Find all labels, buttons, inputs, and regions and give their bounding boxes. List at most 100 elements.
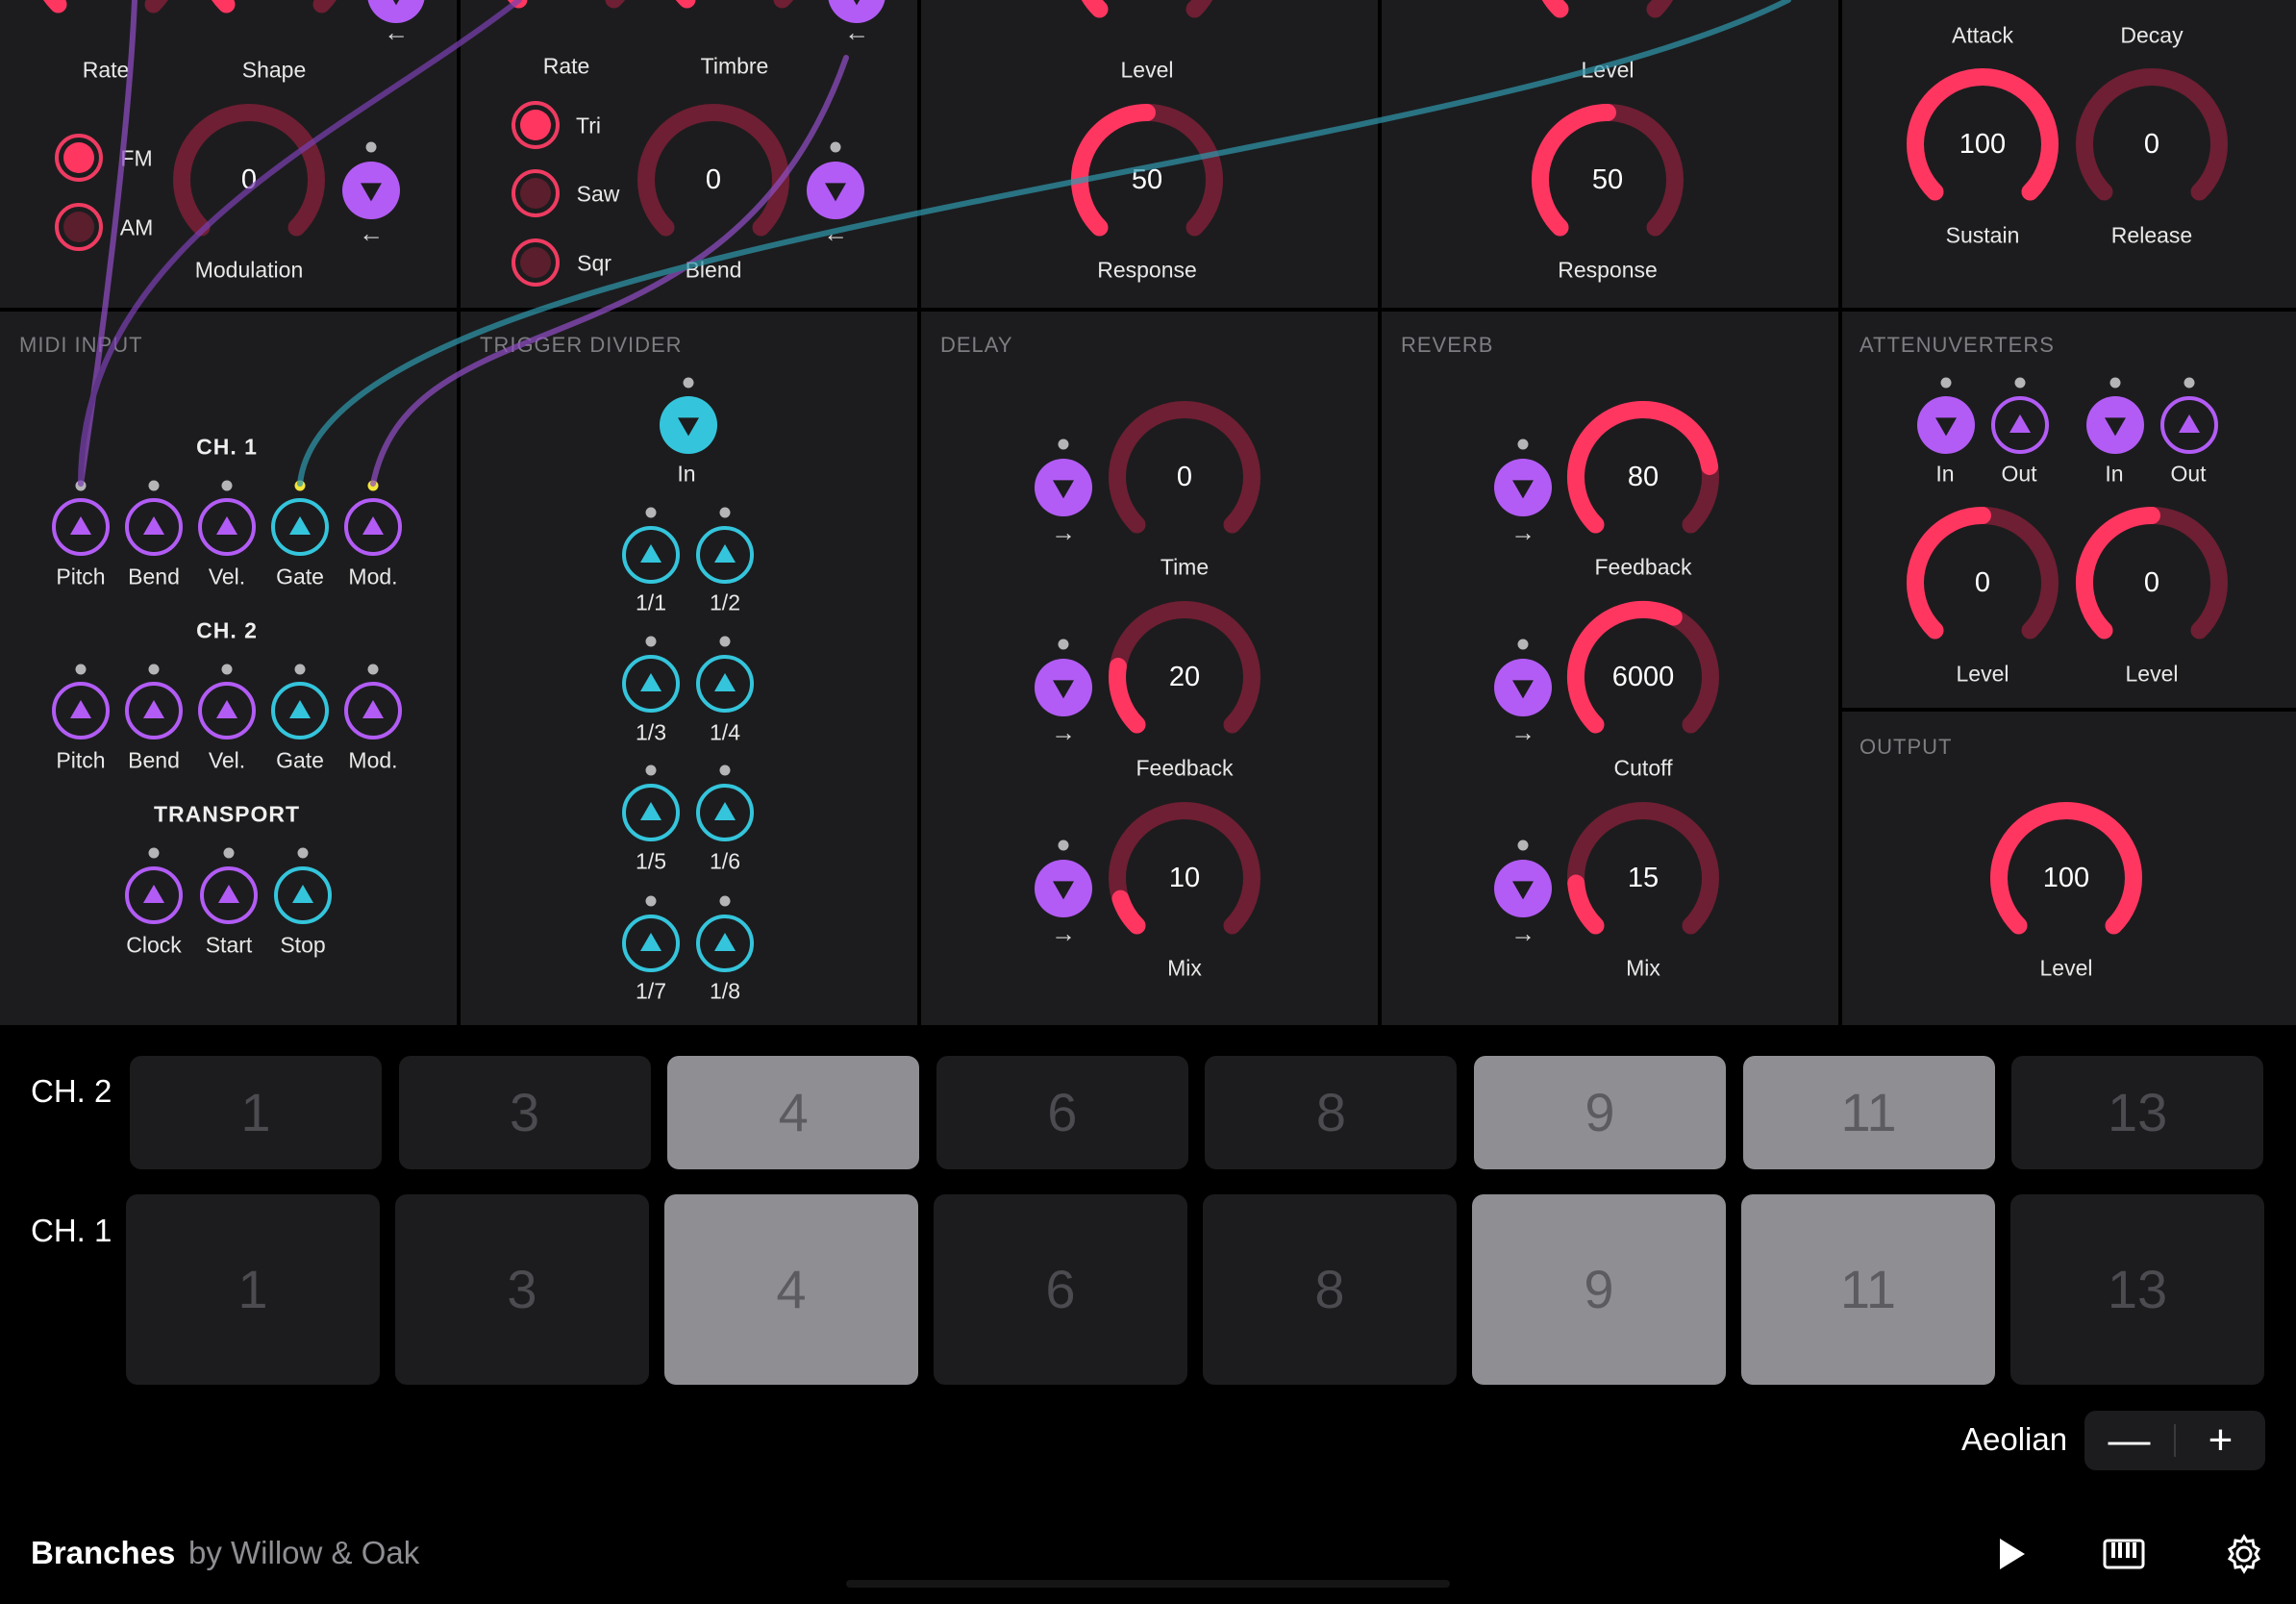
tri-label: Tri (576, 113, 601, 138)
ch2-velocity-port[interactable] (198, 682, 256, 739)
ch2-pitch-port[interactable] (52, 682, 110, 739)
clock-port[interactable] (125, 866, 183, 924)
sqr-label: Sqr (577, 250, 611, 276)
divider-input-port[interactable] (660, 396, 717, 454)
blend-input-port[interactable] (807, 162, 864, 219)
vca2-module: Level 50 Response (1382, 0, 1838, 308)
settings-button[interactable] (2217, 1527, 2271, 1581)
level1-knob[interactable]: 0 (1901, 501, 2064, 664)
div-1-7-port[interactable] (622, 915, 680, 972)
time-knob[interactable]: 0 (1103, 395, 1266, 559)
am-radio[interactable] (55, 203, 103, 251)
fm-radio[interactable] (55, 134, 103, 182)
ch1-pad-9[interactable]: 9 (1472, 1194, 1726, 1385)
div-1-4-port[interactable] (696, 655, 754, 713)
sqr-radio[interactable] (512, 238, 560, 287)
ch2-pad-3[interactable]: 3 (398, 1056, 651, 1169)
release-knob[interactable]: 0 (2070, 63, 2234, 226)
stop-port[interactable] (274, 866, 332, 924)
attenuverter2-out-port[interactable] (2160, 396, 2218, 454)
mix-label: Mix (1626, 955, 1660, 981)
ch1-pad-13[interactable]: 13 (2010, 1194, 2264, 1385)
level-knob[interactable] (1065, 0, 1229, 43)
ch1-velocity-port[interactable] (198, 498, 256, 556)
ch2-pad-4[interactable]: 4 (667, 1056, 920, 1169)
attenuverter2-in-port[interactable] (2086, 396, 2144, 454)
home-indicator (846, 1580, 1450, 1588)
level-knob[interactable] (1526, 0, 1689, 43)
port-indicator-dot (1517, 439, 1529, 450)
cutoff-input-port[interactable] (1494, 659, 1552, 716)
tri-radio[interactable] (512, 101, 560, 149)
ch1-pad-6[interactable]: 6 (934, 1194, 1187, 1385)
output-level-knob[interactable]: 100 (1984, 796, 2148, 960)
start-port[interactable] (200, 866, 258, 924)
ch2-pad-9[interactable]: 9 (1474, 1056, 1726, 1169)
attenuverter1-out-port[interactable] (1991, 396, 2049, 454)
shape-knob[interactable] (192, 0, 356, 38)
ch2-pad-8[interactable]: 8 (1205, 1056, 1458, 1169)
port-indicator-dot (645, 507, 657, 518)
scale-next-button[interactable]: + (2176, 1411, 2265, 1470)
ch2-pad-1[interactable]: 1 (130, 1056, 382, 1169)
port-indicator-dot (148, 664, 160, 675)
delay-module: DELAY → 0 Time → 20 Feedback → 10 Mix (921, 312, 1378, 1025)
arrow-right-icon: → (1510, 918, 1535, 948)
ch1-pad-4[interactable]: 4 (664, 1194, 918, 1385)
knob-value: 0 (1974, 567, 1991, 598)
keyboard-button[interactable] (2097, 1527, 2151, 1581)
ch1-pitch-port[interactable] (52, 498, 110, 556)
ch2-pad-13[interactable]: 13 (2011, 1056, 2264, 1169)
sustain-knob[interactable]: 100 (1901, 63, 2064, 226)
arrow-left-icon: ← (384, 17, 409, 47)
mix-knob[interactable]: 15 (1561, 796, 1725, 960)
ch2-bend-port[interactable] (125, 682, 183, 739)
div-1-6-port[interactable] (696, 784, 754, 841)
feedback-knob[interactable]: 20 (1103, 595, 1266, 759)
feedback-input-port[interactable] (1494, 459, 1552, 516)
rate-knob[interactable] (485, 0, 648, 34)
attenuverter1-in-port[interactable] (1917, 396, 1975, 454)
ch1-pad-3[interactable]: 3 (395, 1194, 649, 1385)
ch1-mod-port[interactable] (344, 498, 402, 556)
mix-knob[interactable]: 10 (1103, 796, 1266, 960)
div-1-8-port[interactable] (696, 915, 754, 972)
div-1-1-port[interactable] (622, 526, 680, 584)
mix-input-port[interactable] (1035, 860, 1092, 917)
envelope-module: Attack Decay 100 Sustain 0 Release (1842, 0, 2296, 308)
modulation-input-port[interactable] (342, 162, 400, 219)
ch1-pad-1[interactable]: 1 (126, 1194, 380, 1385)
ch2-pad-6[interactable]: 6 (936, 1056, 1188, 1169)
cutoff-knob[interactable]: 6000 (1561, 595, 1725, 759)
ch2-mod-port[interactable] (344, 682, 402, 739)
ch2-pad-11[interactable]: 11 (1742, 1056, 1995, 1169)
saw-radio[interactable] (512, 169, 560, 217)
feedback-input-port[interactable] (1035, 659, 1092, 716)
time-input-port[interactable] (1035, 459, 1092, 516)
modulation-knob[interactable]: 0 (167, 98, 331, 262)
response-knob[interactable]: 50 (1065, 98, 1229, 262)
rate-knob[interactable] (24, 0, 187, 38)
ch1-pad-11[interactable]: 11 (1741, 1194, 1995, 1385)
port-indicator-dot (223, 847, 235, 859)
ch1-bend-port[interactable] (125, 498, 183, 556)
knob-arc (1541, 0, 1674, 18)
ch2-gate-port[interactable] (271, 682, 329, 739)
module-rack: ← Rate Shape FM AM 0 Modulation ← ← Rate… (0, 0, 2296, 1025)
response-knob[interactable]: 50 (1526, 98, 1689, 262)
div-1-2-port[interactable] (696, 526, 754, 584)
ch1-gate-port[interactable] (271, 498, 329, 556)
mix-input-port[interactable] (1494, 860, 1552, 917)
timbre-knob[interactable] (653, 0, 816, 34)
level2-knob[interactable]: 0 (2070, 501, 2234, 664)
div-1-3-port[interactable] (622, 655, 680, 713)
blend-knob[interactable]: 0 (632, 98, 795, 262)
play-button[interactable] (1983, 1527, 2036, 1581)
div-1-5-port[interactable] (622, 784, 680, 841)
sustain-label: Sustain (1945, 222, 2020, 248)
level-label: Level (1956, 661, 2009, 687)
scale-prev-button[interactable]: — (2084, 1411, 2174, 1470)
feedback-knob[interactable]: 80 (1561, 395, 1725, 559)
port-indicator-dot (645, 895, 657, 907)
ch1-pad-8[interactable]: 8 (1203, 1194, 1457, 1385)
